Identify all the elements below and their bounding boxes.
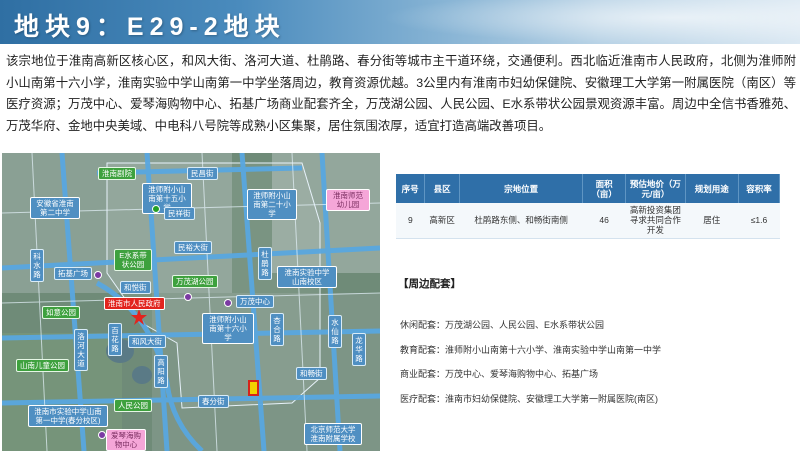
poi-marker-aiqinhai: [98, 431, 106, 439]
poi-marker-wanmao-center: [224, 299, 232, 307]
col-header-no: 序号: [396, 174, 426, 203]
map-label-luohe-ave: 洛河大道: [74, 329, 88, 371]
map-label-dujuan-rd: 杜鹃路: [258, 247, 272, 280]
map-label-minyu-ave: 民裕大街: [174, 241, 212, 254]
map-label-primary-20: 淮师附小山南第二十小学: [247, 189, 297, 220]
land-parcel-marker: [248, 380, 259, 396]
poi-marker-park: [152, 205, 160, 213]
cell-use: 居住: [685, 203, 739, 239]
support-medical: 医疗配套：淮南市妇幼保健院、安徽理工大学第一附属医院(南区): [400, 394, 658, 404]
map-label-e-water-park: E水系带状公园: [114, 249, 152, 271]
map-label-longhua-rd: 龙华路: [352, 333, 366, 366]
table-header-row: 序号 县区 宗地位置 面积（亩） 预估地价（万元/亩） 规划用途 容积率: [396, 174, 781, 203]
cell-district: 高新区: [424, 203, 460, 239]
map-label-gaoyang-rd: 高阳路: [154, 355, 168, 388]
col-header-far: 容积率: [738, 174, 781, 203]
support-education: 教育配套：淮师附小山南第十六小学、淮南实验中学山南第一中学: [400, 345, 662, 355]
map-label-ruyi-park: 如意公园: [42, 306, 80, 319]
cell-far: ≤1.6: [738, 203, 780, 239]
col-header-location: 宗地位置: [459, 174, 584, 203]
map-label-wanmao-lake-park: 万茂湖公园: [172, 275, 218, 288]
map-label-children-park: 山南儿童公园: [16, 359, 69, 372]
map-label-tuoji-plaza: 拓基广场: [54, 267, 92, 280]
map-label-hechang-st: 和畅街: [296, 367, 327, 380]
parcel-table: 序号 县区 宗地位置 面积（亩） 预估地价（万元/亩） 规划用途 容积率 9 高…: [396, 174, 781, 239]
map-label-theater: 淮南剧院: [98, 167, 136, 180]
support-leisure: 休闲配套：万茂湖公园、人民公园、E水系带状公园: [400, 320, 605, 330]
map-label-city-government: 淮南市人民政府: [104, 297, 165, 310]
intro-paragraph: 该宗地位于淮南高新区核心区，和风大街、洛河大道、杜鹃路、春分街等城市主干道环绕，…: [6, 54, 796, 133]
map-label-huainan-no2-middle-school: 安徽省淮南第二中学: [30, 197, 80, 219]
map-label-shuixian-rd: 水仙路: [328, 315, 342, 348]
page-header: 地块9：E29-2地块: [0, 0, 800, 44]
cell-price: 高新投资集团寻求共同合作开发: [625, 203, 686, 239]
map-label-hefeng-ave: 和风大街: [128, 335, 166, 348]
map-label-xinghe-rd: 杏合路: [270, 313, 284, 346]
map-label-chunfen-st: 春分街: [198, 395, 229, 408]
map-label-minxiang-st: 民祥街: [164, 207, 195, 220]
table-row: 9 高新区 杜鹃路东侧、和畅街南侧 46 高新投资集团寻求共同合作开发 居住 ≤…: [396, 203, 780, 239]
col-header-district: 县区: [424, 174, 461, 203]
poi-marker-tuoji: [94, 271, 102, 279]
map-label-exp-chunfen-campus: 淮南市实验中学山南第一中学(春分校区): [28, 405, 108, 427]
map-label-wanmao-center: 万茂中心: [236, 295, 274, 308]
support-heading: 【周边配套】: [398, 278, 461, 290]
support-commerce: 商业配套：万茂中心、爱琴海购物中心、拓基广场: [400, 369, 599, 379]
poi-marker-government: [184, 293, 192, 301]
map-label-primary-16: 淮师附小山南第十六小学: [202, 313, 254, 344]
col-header-use: 规划用途: [685, 174, 739, 203]
header-decoration: [380, 0, 800, 44]
map-label-keshui-rd: 科水路: [30, 249, 44, 282]
cell-area: 46: [582, 203, 626, 239]
map-label-bnu-school: 北京师范大学淮南附属学校: [304, 423, 362, 445]
map-label-aiqinhai-mall: 爱琴海购物中心: [106, 429, 146, 451]
location-map: 淮南剧院 民昌街 安徽省淮南第二中学 淮师附小山南第十五小学 民祥街 淮师附小山…: [2, 153, 380, 451]
page-title: 地块9：E29-2地块: [14, 13, 286, 41]
map-label-people-park: 人民公园: [114, 399, 152, 412]
col-header-price: 预估地价（万元/亩）: [625, 174, 686, 203]
map-label-heyue-st: 和悦街: [120, 281, 151, 294]
map-label-baihua-rd: 百花路: [108, 323, 122, 356]
map-label-exp-shannan-campus: 淮南实验中学山南校区: [277, 266, 337, 288]
map-label-kindergarten: 淮南师范幼儿园: [326, 189, 370, 211]
col-header-area: 面积（亩）: [582, 174, 627, 203]
cell-location: 杜鹃路东侧、和畅街南侧: [459, 203, 583, 239]
map-label-minchang-st: 民昌街: [187, 167, 218, 180]
cell-no: 9: [396, 203, 425, 239]
